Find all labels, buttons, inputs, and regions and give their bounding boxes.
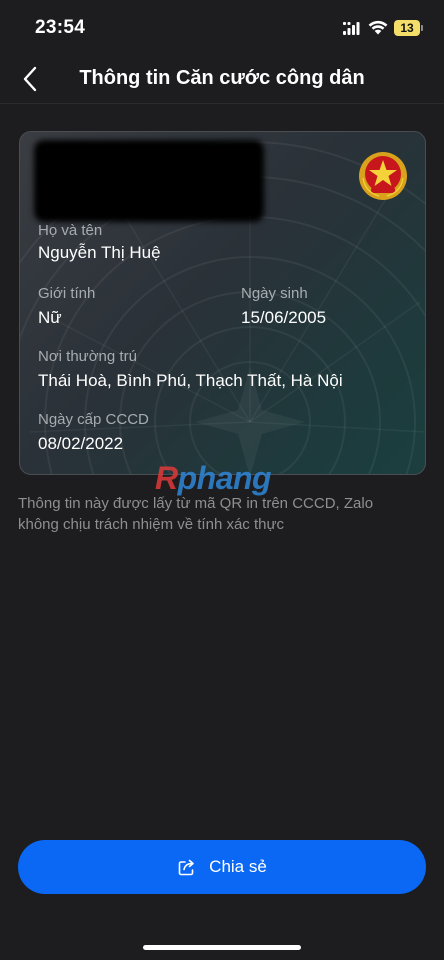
share-button-content: Chia sẻ — [18, 840, 426, 894]
battery-indicator: 13 — [394, 20, 424, 36]
full-name-label: Họ và tên — [38, 222, 103, 239]
watermark-rest: phang — [177, 460, 272, 496]
share-button-label: Chia sẻ — [209, 857, 267, 876]
page: 23:54 13 Thông tin Căn cước công dân Họ … — [0, 0, 444, 960]
gender-value: Nữ — [38, 308, 62, 327]
status-time: 23:54 — [35, 17, 86, 38]
date-of-birth-value: 15/06/2005 — [241, 308, 327, 327]
watermark-logo: Rphang — [155, 460, 272, 497]
cellular-signal-icon — [343, 22, 360, 35]
wifi-icon — [368, 20, 388, 35]
share-button[interactable]: Chia sẻ — [18, 840, 426, 894]
residence-value: Thái Hoà, Bình Phú, Thạch Thất, Hà Nội — [38, 371, 343, 390]
gender-label: Giới tính — [38, 285, 96, 302]
share-icon — [178, 859, 194, 876]
vietnam-national-emblem-icon — [359, 152, 407, 200]
issue-date-value: 08/02/2022 — [38, 434, 124, 453]
redacted-area — [34, 140, 264, 222]
disclaimer-note: Thông tin này được lấy từ mã QR in trên … — [18, 495, 374, 533]
navigation-header: Thông tin Căn cước công dân — [0, 56, 444, 104]
battery-level: 13 — [394, 20, 420, 36]
date-of-birth-label: Ngày sinh — [241, 285, 308, 302]
residence-label: Nơi thường trú — [38, 348, 137, 365]
status-bar: 23:54 13 — [0, 0, 444, 56]
full-name-value: Nguyễn Thị Huệ — [38, 243, 161, 262]
issue-date-label: Ngày cấp CCCD — [38, 411, 149, 428]
watermark-first-letter: R — [155, 460, 178, 496]
home-indicator[interactable] — [143, 945, 301, 950]
battery-tip — [421, 25, 423, 31]
citizen-id-card: Họ và tên Nguyễn Thị Huệ Giới tính Nữ Ng… — [19, 131, 426, 475]
page-title: Thông tin Căn cước công dân — [79, 67, 365, 89]
